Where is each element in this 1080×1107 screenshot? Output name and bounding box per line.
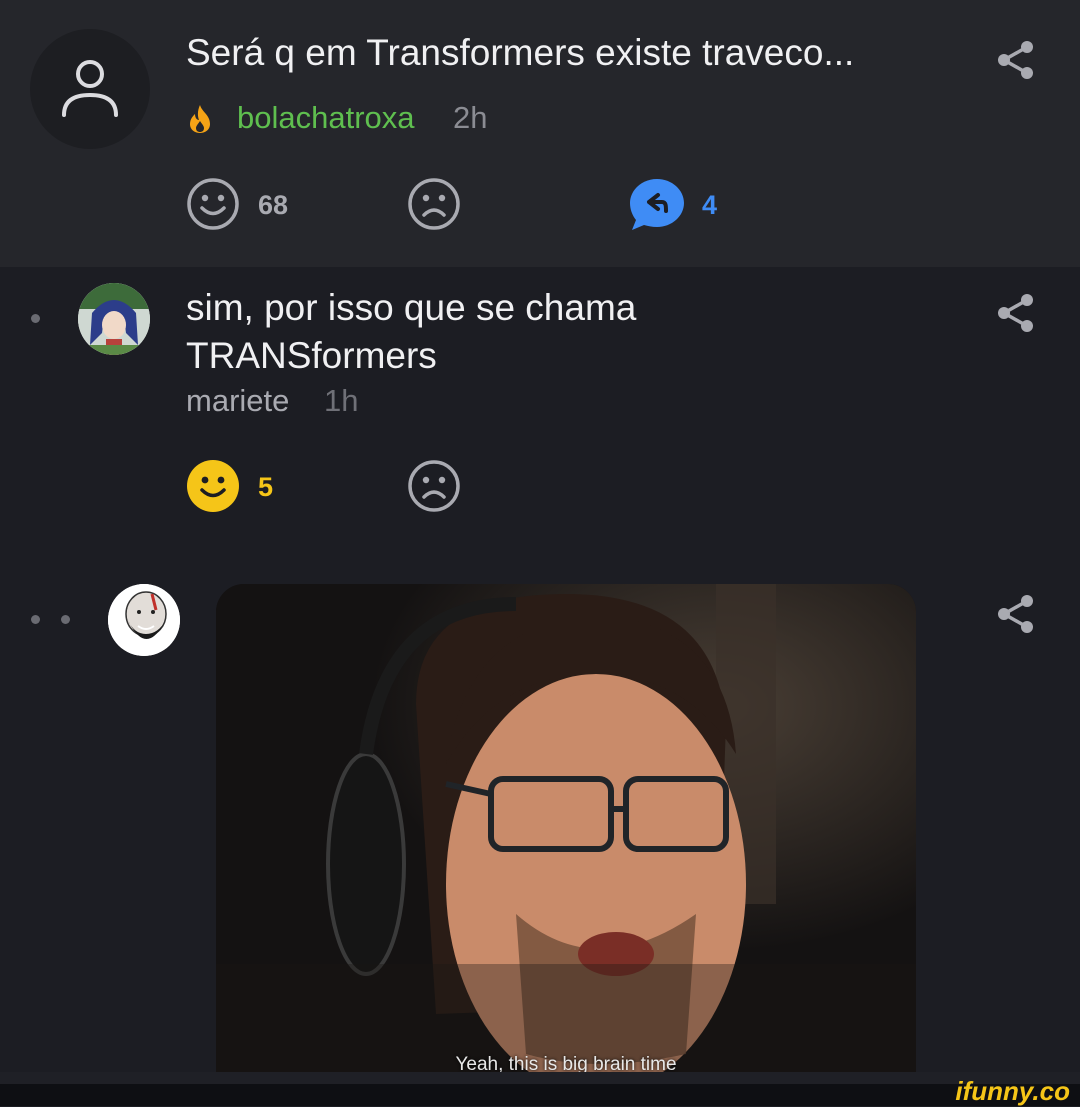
- footer-bar: [0, 1072, 1080, 1106]
- footer-divider: [0, 1072, 1080, 1084]
- reply-avatar[interactable]: [78, 283, 150, 355]
- bearded-face-avatar-icon: [108, 584, 180, 656]
- meme-caption: Yeah, this is big brain time: [455, 1054, 677, 1074]
- reply-time: 1h: [324, 383, 359, 418]
- post-title: Será q em Transformers existe traveco...: [186, 32, 855, 73]
- share-icon[interactable]: [996, 293, 1036, 333]
- reply-author[interactable]: mariete: [186, 383, 289, 419]
- anime-avatar-icon: [78, 283, 150, 355]
- thread-depth-dot: [61, 615, 70, 624]
- smile-icon[interactable]: [186, 177, 240, 231]
- reply-text-line: TRANSformers: [186, 335, 437, 376]
- post-author[interactable]: bolachatroxa: [237, 100, 415, 136]
- thread-depth-dot: [31, 615, 40, 624]
- meme-picture: [216, 584, 916, 1074]
- meme-image[interactable]: Yeah, this is big brain time: [216, 584, 916, 1074]
- frown-icon[interactable]: [407, 177, 461, 231]
- reply-avatar[interactable]: [108, 584, 180, 656]
- frown-icon[interactable]: [407, 459, 461, 513]
- share-icon[interactable]: [996, 40, 1036, 80]
- reply-text: sim, por isso que se chama TRANSformers: [186, 284, 636, 380]
- smile-count: 68: [258, 190, 289, 220]
- reply-icon[interactable]: [628, 177, 686, 233]
- user-avatar[interactable]: [30, 29, 150, 149]
- share-icon[interactable]: [996, 594, 1036, 634]
- thread-depth-dot: [31, 314, 40, 323]
- ifunny-watermark: ifunny.co: [955, 1076, 1070, 1106]
- smile-count: 5: [258, 472, 274, 502]
- smile-icon-active[interactable]: [186, 459, 240, 513]
- post-time: 2h: [453, 100, 488, 135]
- reply-text-line: sim, por isso que se chama: [186, 287, 637, 328]
- reply-count: 4: [702, 190, 718, 220]
- user-icon: [62, 60, 118, 117]
- fire-icon: [190, 105, 210, 133]
